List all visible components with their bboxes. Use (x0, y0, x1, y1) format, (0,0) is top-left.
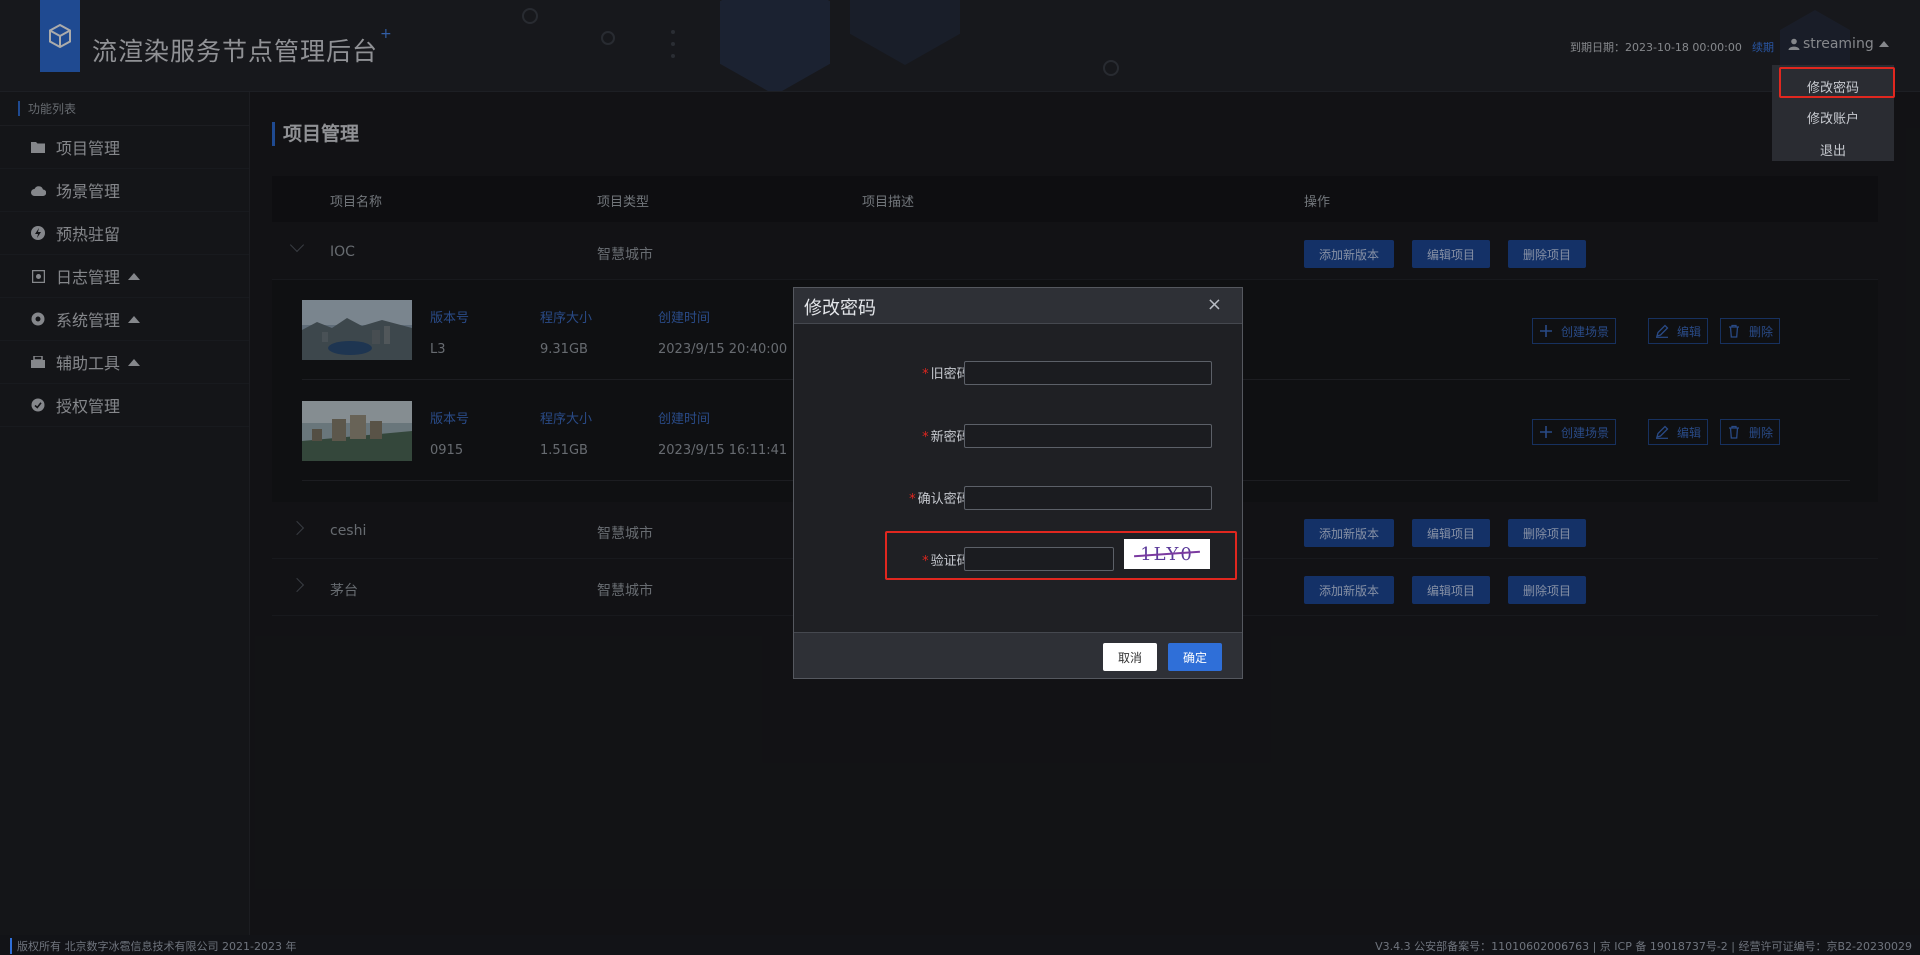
dialog-header: 修改密码 × (794, 288, 1242, 324)
copyright-text: 版权所有 北京数字冰雹信息技术有限公司 2021-2023 年 (10, 938, 296, 954)
old-password-input[interactable] (964, 361, 1212, 385)
change-password-dialog: 修改密码 × *旧密码: *新密码: *确认密码: *验证码: 1LY0 取消 … (793, 287, 1243, 679)
old-password-label: * 旧密码: (922, 367, 974, 382)
close-icon[interactable]: × (1207, 294, 1222, 315)
highlight-box (885, 531, 1237, 580)
page-footer: 版权所有 北京数字冰雹信息技术有限公司 2021-2023 年 V3.4.3 公… (0, 935, 1920, 955)
confirm-password-label: * 确认密码: (909, 492, 974, 507)
highlight-box (1779, 67, 1895, 98)
new-password-input[interactable] (964, 424, 1212, 448)
cancel-button[interactable]: 取消 (1103, 643, 1157, 671)
new-password-label: * 新密码: (922, 430, 974, 445)
confirm-password-input[interactable] (964, 486, 1212, 510)
confirm-button[interactable]: 确定 (1168, 643, 1222, 671)
dialog-title: 修改密码 (804, 298, 876, 319)
menu-item-change-account[interactable]: 修改账户 (1772, 108, 1894, 127)
menu-item-logout[interactable]: 退出 (1772, 140, 1894, 159)
icp-text: V3.4.3 公安部备案号：11010602006763 | 京 ICP 备 1… (1375, 940, 1912, 953)
dialog-footer: 取消 确定 (794, 632, 1242, 678)
